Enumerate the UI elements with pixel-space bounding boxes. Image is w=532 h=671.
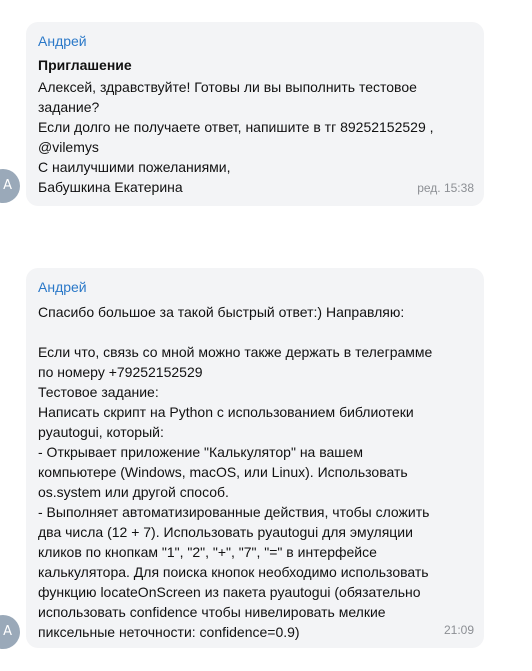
message-line: Алексей, здравствуйте! Готовы ли вы выпо… — [38, 79, 417, 95]
message-line: функцию locateOnScreen из пакета pyautog… — [38, 584, 421, 600]
message-line: Тестовое задание: — [38, 384, 159, 400]
sender-name[interactable]: Андрей — [38, 32, 472, 50]
message-line: - Открывает приложение "Калькулятор" на … — [38, 444, 363, 460]
message-timestamp: ред. 15:38 — [417, 181, 474, 195]
message-line: @vilemys — [38, 139, 99, 155]
message-line: по номеру +79252152529 — [38, 364, 203, 380]
message-line: С наилучшими пожеланиями, — [38, 159, 231, 175]
message-line: калькулятора. Для поиска кнопок необходи… — [38, 564, 429, 580]
message-line: pyautogui, который: — [38, 424, 164, 440]
message-line: использовать confidence чтобы нивелирова… — [38, 604, 386, 620]
message-line: os.system или другой способ. — [38, 484, 229, 500]
message-line: Бабушкина Екатерина — [38, 179, 183, 195]
message-body: Спасибо большое за такой быстрый ответ:)… — [38, 302, 472, 642]
message-body: Алексей, здравствуйте! Готовы ли вы выпо… — [38, 77, 472, 197]
message-line: кликов по кнопкам "1", "2", "+", "7", "=… — [38, 544, 377, 560]
sender-avatar[interactable]: А — [0, 169, 20, 203]
message-timestamp: 21:09 — [443, 623, 474, 637]
message-line: Если что, связь со мной можно также держ… — [38, 344, 433, 360]
message-line: пиксельные неточности: confidence=0.9) — [38, 624, 300, 640]
message-line: Написать скрипт на Python с использовани… — [38, 404, 414, 420]
message-subject: Приглашение — [38, 57, 132, 73]
message-line: задание? — [38, 99, 100, 115]
message-bubble[interactable]: Андрей Приглашение Алексей, здравствуйте… — [26, 22, 484, 206]
message-line: два числа (12 + 7). Использовать pyautog… — [38, 524, 413, 540]
message-line: - Выполняет автоматизированные действия,… — [38, 504, 430, 520]
message-line: Если долго не получаете ответ, напишите … — [38, 119, 434, 135]
sender-name[interactable]: Андрей — [38, 278, 472, 296]
sender-avatar[interactable]: А — [0, 615, 20, 649]
message-bubble[interactable]: Андрей Спасибо большое за такой быстрый … — [26, 268, 484, 648]
message-line: компьютере (Windows, macOS, или Linux). … — [38, 464, 408, 480]
message-line: Спасибо большое за такой быстрый ответ:)… — [38, 304, 405, 320]
